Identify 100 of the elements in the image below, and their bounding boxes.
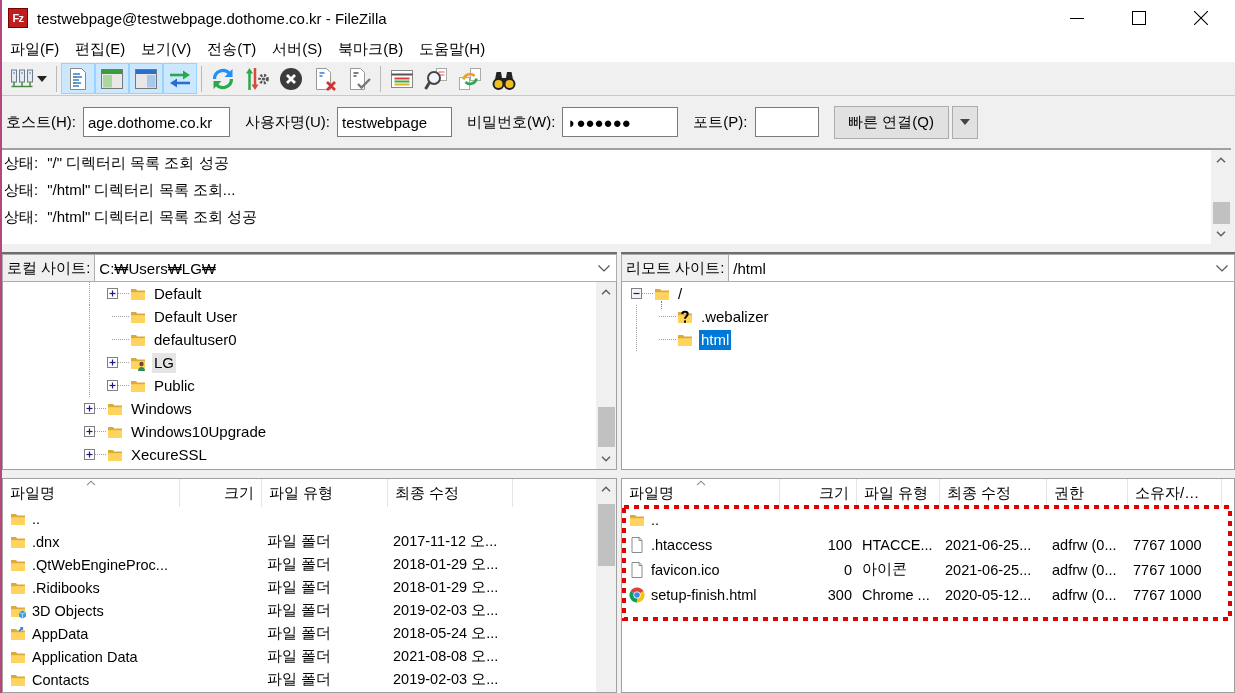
scrollbar[interactable] [596,282,616,469]
chevron-down-icon[interactable] [1216,231,1226,237]
menu-item[interactable]: 도움말(H) [411,37,494,61]
table-cell-text: 2018-05-24 오... [392,624,500,643]
chevron-down-icon[interactable] [601,456,611,462]
path-combo[interactable]: C:₩Users₩LG₩ [95,254,617,282]
password-field[interactable]: ◗●●●●●● [562,107,679,137]
tree-item[interactable]: Default User [152,306,240,327]
tree-item[interactable]: Windows [129,398,194,419]
table-cell-text: 파일 폴더 [266,601,333,620]
table-cell-text: Chrome ... [861,586,931,603]
file-name: favicon.ico [651,561,720,578]
tree-item[interactable]: / [676,283,685,304]
menu-item[interactable]: 편집(E) [67,37,134,61]
chevron-up-icon[interactable] [601,289,611,295]
tree-item[interactable]: html [699,329,732,350]
local-tree-toggle[interactable] [95,63,129,94]
caret-icon [37,75,47,82]
right-pane-window-icon [134,66,158,91]
table-cell-text: 2021-08-08 오... [392,647,500,666]
file-name: .Ridibooks [32,579,100,596]
table-cell-text: 아이콘 [861,560,908,579]
tree-item[interactable]: defaultuser0 [152,329,239,350]
expand-icon[interactable] [84,449,95,460]
collapse-icon[interactable] [631,288,642,299]
tree-item[interactable]: Windows10Upgrade [129,421,269,442]
field-label: 포트(P): [693,112,748,132]
column-header[interactable]: 파일명 [622,479,780,507]
tree-item[interactable]: XecureSSL [129,444,209,465]
table-cell-text: adfrw (0... [1051,536,1118,553]
table-cell-text: 2021-06-25... [944,561,1033,578]
caret-icon [959,119,970,125]
file-name: Application Data [32,648,138,665]
chevron-down-icon [1216,264,1228,272]
table-cell-text: 7767 1000 [1132,561,1203,578]
table-cell-text: 파일 폴더 [266,555,333,574]
window-title: testwebpage@testwebpage.dothome.co.kr - FileZilla [37,9,387,27]
table-cell-text: 2019-02-03 오... [392,670,500,689]
column-header[interactable]: 크기 [780,479,857,507]
column-header[interactable]: 크기 [180,479,262,507]
scrollbar-thumb[interactable] [597,504,615,566]
close-icon [1194,11,1208,25]
column-header[interactable]: 파일 유형 [857,479,940,507]
host-field[interactable]: age.dothome.co.kr [83,107,230,137]
file-name: .dnx [32,533,60,550]
scrollbar[interactable] [596,479,616,692]
port-field[interactable] [754,107,819,137]
column-header[interactable]: 최종 수정 [940,479,1047,507]
column-header[interactable]: 파일명 [3,479,180,507]
tricolor-circle-icon [629,586,645,603]
menu-item[interactable]: 북마크(B) [330,37,412,61]
transfer-queue-toggle[interactable] [163,63,197,94]
chevron-up-icon[interactable] [601,486,611,492]
maximize-icon [1132,11,1146,25]
table-cell-text: 7767 1000 [1132,536,1203,553]
menu-item[interactable]: 파일(F) [2,37,68,61]
minimize-icon [1070,17,1084,19]
sync-icon [458,66,482,91]
expand-icon[interactable] [107,357,118,368]
table-cell-text: 0 [842,561,853,578]
expand-icon[interactable] [84,403,95,414]
username-field[interactable]: testwebpage [337,107,452,137]
chevron-up-icon[interactable] [1216,157,1226,163]
document-icon [629,536,645,553]
table-cell-text: 2019-02-03 오... [392,601,500,620]
arrow-folder-icon [10,625,26,642]
table-cell-text: 파일 폴더 [266,670,333,689]
column-header[interactable]: 최종 수정 [388,479,513,507]
menu-item[interactable]: 보기(V) [133,37,200,61]
tree-item[interactable]: .webalizer [699,306,771,327]
message-log-toggle[interactable] [61,63,95,94]
file-name: .. [32,510,41,527]
log-status-label: 상태: [4,181,39,200]
table-cell-text: 2021-06-25... [944,536,1033,553]
file-name: .QtWebEngineProc... [32,556,168,573]
site-label: 리모트 사이트: [621,254,730,282]
table-cell-text: 2018-01-29 오... [392,555,500,574]
tree-item[interactable]: LG [152,352,176,373]
left-pane-window-icon [100,66,124,91]
file-name: Contacts [32,671,90,688]
column-header[interactable]: 파일 유형 [262,479,388,507]
scrollbar-thumb[interactable] [1212,202,1230,224]
table-cell-text: 100 [826,536,853,553]
quickconnect-button[interactable]: 빠른 연결(Q) [833,105,949,139]
scrollbar-thumb[interactable] [597,407,615,447]
expand-icon[interactable] [84,426,95,437]
arrows-gear-icon [245,66,269,91]
remote-tree-toggle[interactable] [129,63,163,94]
dropdown-button[interactable] [951,105,978,139]
column-header[interactable]: 권한 [1047,479,1128,507]
path-combo[interactable]: /html [729,254,1235,282]
tree-item[interactable]: Public [152,375,197,396]
menu-item[interactable]: 전송(T) [199,37,265,61]
menu-item[interactable]: 서버(S) [264,37,331,61]
table-cell-text: adfrw (0... [1051,586,1118,603]
column-header[interactable]: 소유자/… [1128,479,1222,507]
expand-icon[interactable] [107,288,118,299]
expand-icon[interactable] [107,380,118,391]
table-cell-text: HTACCE... [861,536,934,553]
tree-item[interactable]: Default [152,283,204,304]
